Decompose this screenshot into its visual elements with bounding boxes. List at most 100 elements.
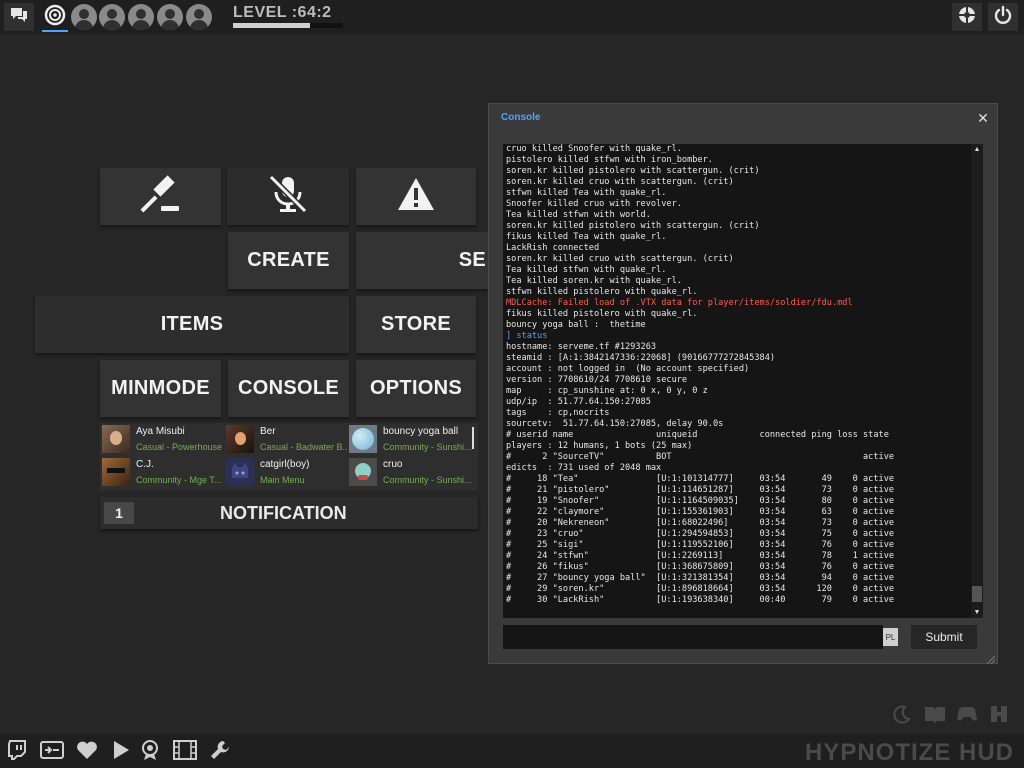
settings-button[interactable] (952, 3, 982, 31)
console-title: Console (501, 112, 541, 123)
avatar (349, 425, 377, 453)
avatar (226, 458, 254, 486)
report-button[interactable] (100, 168, 221, 225)
party-slot-5[interactable] (186, 4, 212, 30)
book-button[interactable] (924, 706, 946, 726)
avatar (349, 458, 377, 486)
demo-button[interactable] (40, 740, 64, 764)
achievements-icon (140, 739, 160, 766)
console-line: soren.kr killed pistolero with scattergu… (506, 166, 760, 176)
console-line: # 27 "bouncy yoga ball" [U:1:321381354] … (506, 573, 895, 583)
console-line: cruo killed Snoofer with quake_rl. (506, 144, 682, 154)
level-label: LEVEL :64:2 (233, 4, 332, 21)
controller-button[interactable] (956, 706, 978, 726)
console-line: LackRish connected (506, 243, 600, 253)
settings-icon (957, 5, 977, 30)
chat-button[interactable] (4, 3, 34, 31)
play-button[interactable] (110, 740, 132, 765)
console-line: steamid : [A:1:3842147336:22068] (901667… (506, 353, 776, 363)
friend-item[interactable]: cruo Community - Sunshi... (347, 456, 471, 488)
submit-button[interactable]: Submit (911, 625, 977, 649)
friend-item[interactable]: bouncy yoga ball Community - Sunshi... (347, 423, 471, 455)
console-line: soren.kr killed cruo with scattergun. (c… (506, 254, 734, 264)
logo-button[interactable] (40, 3, 70, 31)
create-button[interactable]: CREATE (228, 232, 349, 289)
console-line: # 19 "Snoofer" [U:1:1164509035] 03:54 80… (506, 496, 895, 506)
warning-button[interactable] (356, 168, 476, 225)
friend-item[interactable]: Aya Misubi Casual - Powerhouse (100, 423, 224, 455)
friend-name: Aya Misubi (136, 426, 185, 437)
quit-button[interactable] (988, 3, 1018, 31)
minmode-button[interactable]: MINMODE (100, 360, 221, 417)
gavel-icon (139, 172, 183, 222)
achievements-button[interactable] (139, 739, 161, 766)
options-button[interactable]: OPTIONS (356, 360, 476, 417)
resize-grip-icon[interactable] (985, 651, 996, 665)
scroll-thumb[interactable] (972, 586, 982, 602)
servers-button[interactable]: SE (356, 232, 488, 289)
scroll-up-arrow-icon[interactable]: ▲ (971, 146, 983, 153)
friend-name: cruo (383, 459, 403, 470)
friends-scrollbar[interactable] (472, 427, 474, 449)
console-scrollbar[interactable]: ▲ ▼ (971, 144, 983, 618)
console-line: account : not logged in (No account spec… (506, 364, 750, 374)
console-log[interactable]: cruo killed Snoofer with quake_rl. pistol… (503, 144, 983, 618)
friend-name: catgirl(boy) (260, 459, 310, 470)
console-line: # 18 "Tea" [U:1:101314777] 03:54 49 0 ac… (506, 474, 895, 484)
favorites-button[interactable] (76, 741, 98, 763)
book-icon (924, 705, 946, 728)
console-line: Tea killed stfwn with quake_rl. (506, 265, 667, 275)
party-slot-4[interactable] (157, 4, 183, 30)
night-mode-button[interactable] (890, 705, 912, 726)
console-line: sourcetv: 51.77.64.150:27085, delay 90.0… (506, 419, 724, 429)
mute-icon (265, 174, 311, 220)
console-line: soren.kr killed cruo with scattergun. (c… (506, 177, 734, 187)
level-progress-bar (233, 23, 343, 28)
console-command-input[interactable] (503, 625, 883, 649)
top-bar: LEVEL :64:2 (0, 0, 1024, 34)
friend-item[interactable]: C.J. Community - Mge T... (100, 456, 224, 488)
items-button[interactable]: ITEMS (35, 296, 349, 353)
party-slot-3[interactable] (128, 4, 154, 30)
avatar (226, 425, 254, 453)
party-slot-1[interactable] (71, 4, 97, 30)
console-line: Tea killed soren.kr with quake_rl. (506, 276, 682, 286)
console-line: bouncy yoga ball : thetime (506, 320, 646, 330)
tools-button[interactable] (209, 740, 231, 763)
console-line: # 21 "pistolero" [U:1:114651287] 03:54 7… (506, 485, 895, 495)
friend-status: Casual - Badwater B... (260, 442, 348, 452)
console-line: stfwn killed Tea with quake_rl. (506, 188, 667, 198)
console-line: # 2 "SourceTV" BOT active (506, 452, 895, 462)
friend-item[interactable]: Ber Casual - Badwater B... (224, 423, 348, 455)
friend-item[interactable]: catgirl(boy) Main Menu (224, 456, 348, 488)
brand-logo: HYPNOTIZE HUD (805, 739, 1015, 766)
console-line: fikus killed pistolero with quake_rl. (506, 309, 698, 319)
console-line: # 24 "stfwn" [U:1:2269113] 03:54 78 1 ac… (506, 551, 895, 561)
console-line: stfwn killed pistolero with quake_rl. (506, 287, 698, 297)
console-line: MDLCache: Failed load of .VTX data for p… (506, 298, 853, 308)
close-button[interactable]: ✕ (975, 110, 991, 126)
console-button[interactable]: CONSOLE (228, 360, 349, 417)
input-language-tag: PL (883, 628, 898, 646)
console-line: # 30 "LackRish" [U:1:193638340] 00:40 79… (506, 595, 895, 605)
play-icon (112, 740, 130, 765)
mute-button[interactable] (227, 168, 349, 225)
console-line: edicts : 731 used of 2048 max (506, 463, 662, 473)
console-line: # userid name uniqueid connected ping lo… (506, 430, 889, 440)
console-line: # 26 "fikus" [U:1:368675809] 03:54 76 0 … (506, 562, 895, 572)
console-line: # 23 "cruo" [U:1:294594853] 03:54 75 0 a… (506, 529, 895, 539)
level-progress-fill (233, 23, 310, 28)
twitch-button[interactable] (6, 739, 28, 763)
scroll-down-arrow-icon[interactable]: ▼ (971, 609, 983, 616)
friend-name: C.J. (136, 459, 154, 470)
party-slot-2[interactable] (99, 4, 125, 30)
chat-icon (9, 6, 29, 29)
console-line: map : cp_sunshine at: 0 x, 0 y, 0 z (506, 386, 708, 396)
demo-icon (40, 740, 64, 764)
store-button[interactable]: STORE (356, 296, 476, 353)
hud-button[interactable] (988, 705, 1010, 726)
notification-count-badge: 1 (104, 502, 134, 524)
notification-bar[interactable]: 1 NOTIFICATION (100, 497, 478, 529)
replay-button[interactable] (173, 739, 197, 763)
active-indicator (42, 30, 68, 32)
